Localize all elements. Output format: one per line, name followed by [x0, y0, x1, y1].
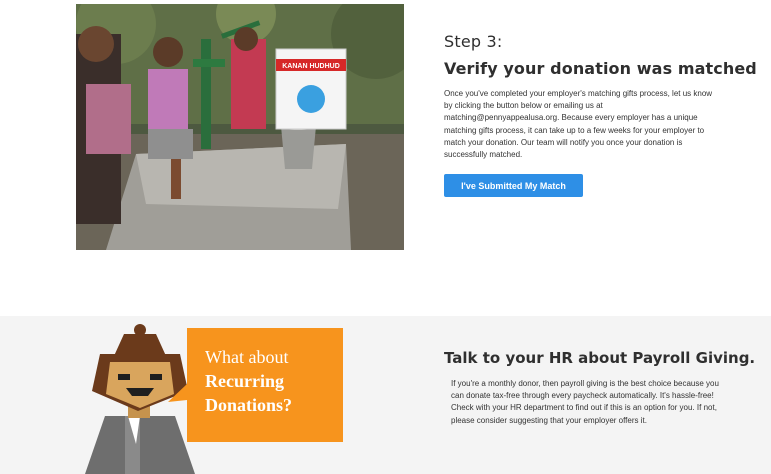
step-label: Step 3: — [444, 32, 503, 51]
bubble-text: What about Recurring Donations? — [205, 345, 335, 417]
submitted-match-button[interactable]: I've Submitted My Match — [444, 174, 583, 197]
step-3-section: KANAN HUDHUD Step 3: Verify your donatio… — [0, 0, 771, 316]
photo-sign-text: KANAN HUDHUD — [282, 63, 340, 70]
bubble-line-3: Donations? — [205, 395, 293, 415]
water-pump-photo: KANAN HUDHUD — [76, 4, 404, 250]
payroll-title: Talk to your HR about Payroll Giving. — [444, 349, 756, 367]
step-description: Once you've completed your employer's ma… — [444, 89, 713, 160]
bubble-line-2: Recurring — [205, 371, 284, 391]
payroll-description: If you're a monthly donor, then payroll … — [451, 379, 719, 425]
bubble-line-1: What about — [205, 347, 289, 367]
step-title: Verify your donation was matched — [444, 59, 757, 78]
payroll-giving-section: What about Recurring Donations? Talk to … — [0, 316, 771, 474]
